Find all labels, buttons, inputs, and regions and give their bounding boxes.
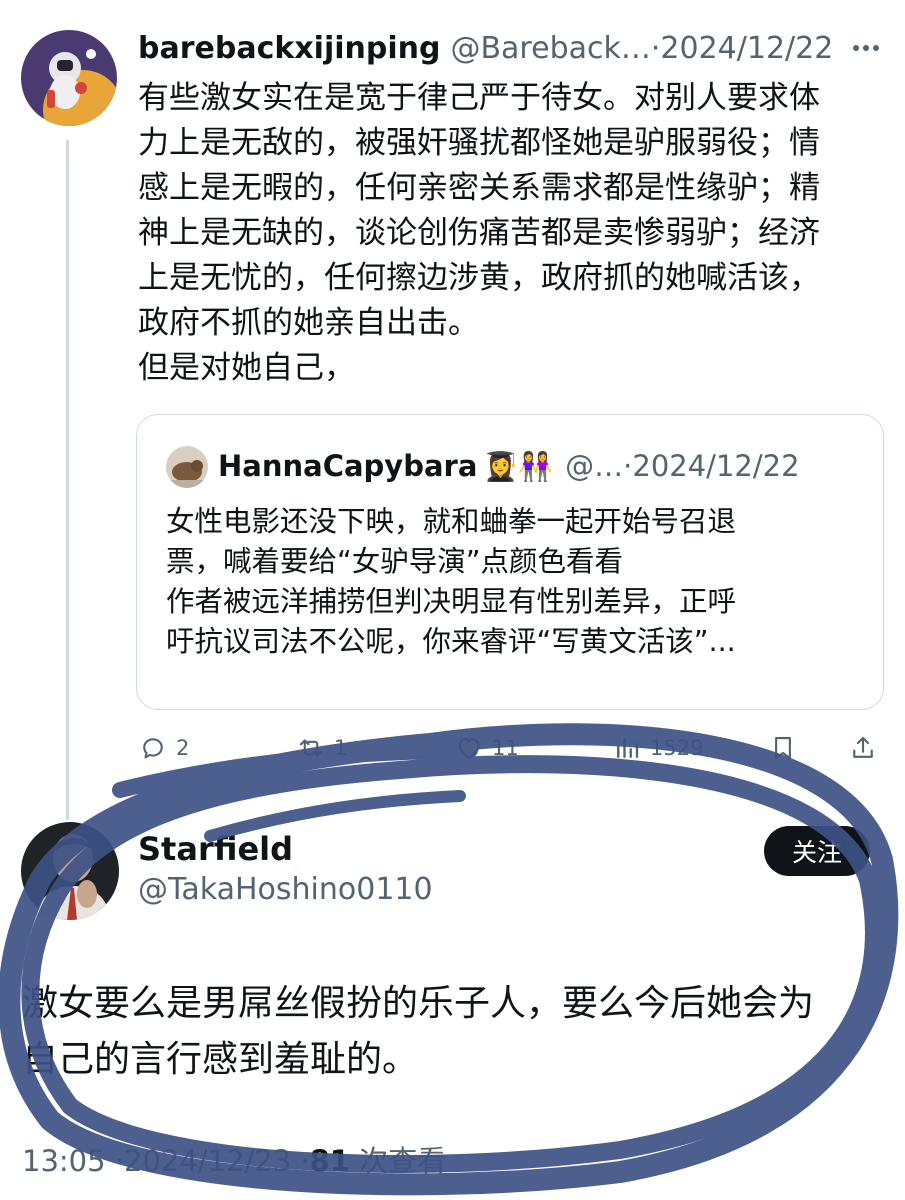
text-line: 吁抗议司法不公呢，你来睿评“写黄文活该”... — [166, 625, 736, 658]
text-line: 神上是无缺的，谈论创伤痛苦都是卖惨弱驴；经济 — [138, 215, 820, 251]
tweet-date[interactable]: 2024/12/22 — [660, 31, 833, 66]
bookmark-button[interactable] — [768, 730, 798, 766]
heart-icon — [458, 738, 480, 760]
name-emojis: 👩‍🎓👭 — [483, 449, 554, 483]
avatar[interactable] — [21, 30, 117, 126]
display-name[interactable]: Starfield — [138, 830, 293, 868]
quoted-tweet-header: HannaCapybara 👩‍🎓👭 @… · 2024/12/22 — [218, 444, 800, 488]
text-line: 感上是无暇的，任何亲密关系需求都是性缘驴；精 — [138, 170, 820, 206]
tweet-text: 有些激女实在是宽于律己严于待女。对别人要求体 力上是无敌的，被强奸骚扰都怪她是驴… — [138, 76, 886, 391]
thread-connector-line — [66, 140, 69, 820]
display-name[interactable]: barebackxijinping — [138, 31, 440, 66]
retweet-button[interactable]: 1 — [296, 730, 347, 766]
share-button[interactable] — [848, 730, 878, 766]
views-count: 81 — [309, 1144, 350, 1178]
avatar[interactable] — [21, 822, 119, 920]
user-handle[interactable]: @Bareback… — [450, 31, 650, 66]
text-line: 政府不抓的她亲自出击。 — [138, 305, 479, 341]
text-line: 作者被远洋捕捞但判决明显有性别差异，正呼 — [166, 585, 737, 618]
separator-dot: · — [623, 449, 633, 483]
separator-dot: · — [114, 1144, 125, 1178]
views-label: 次查看 — [359, 1144, 447, 1178]
retweet-icon — [299, 739, 323, 757]
views-button[interactable]: 1529 — [612, 730, 703, 766]
text-line: 激女要么是男屌丝假扮的乐子人，要么今后她会为 — [22, 983, 815, 1024]
quoted-date: 2024/12/22 — [632, 449, 800, 483]
quoted-display-name: HannaCapybara — [218, 449, 478, 483]
tweet-header: barebackxijinping @Bareback… · 2024/12/2… — [138, 26, 833, 70]
analytics-icon — [617, 738, 639, 758]
ellipsis-icon — [853, 45, 879, 51]
text-line: 票，喊着要给“女驴导演”点颜色看看 — [166, 545, 624, 578]
tweet-date[interactable]: 2024/12/23 — [124, 1144, 291, 1178]
quoted-avatar — [166, 446, 208, 488]
separator-dot: · — [300, 1144, 310, 1178]
quoted-handle: @… — [565, 449, 624, 483]
view-count: 1529 — [650, 736, 704, 760]
text-line: 但是对她自己， — [138, 350, 355, 386]
bookmark-icon — [775, 736, 791, 760]
reply-count: 2 — [176, 736, 190, 760]
tweet-time[interactable]: 13:05 — [22, 1144, 106, 1178]
text-line: 女性电影还没下映，就和蛐拳一起开始号召退 — [166, 505, 737, 538]
user-handle[interactable]: @TakaHoshino0110 — [138, 872, 433, 907]
reply-button[interactable]: 2 — [138, 730, 189, 766]
text-line: 力上是无敌的，被强奸骚扰都怪她是驴服弱役；情 — [138, 125, 820, 161]
tweet-text: 激女要么是男屌丝假扮的乐子人，要么今后她会为 自己的言行感到羞耻的。 — [22, 976, 892, 1088]
more-options-button[interactable] — [848, 33, 884, 63]
follow-button[interactable]: 关注 — [764, 826, 870, 876]
text-line: 有些激女实在是宽于律己严于待女。对别人要求体 — [138, 80, 820, 116]
separator-dot: · — [650, 30, 661, 66]
text-line: 自己的言行感到羞耻的。 — [22, 1039, 419, 1080]
like-count: 11 — [492, 736, 519, 760]
share-icon — [853, 736, 873, 758]
reply-icon — [143, 738, 163, 759]
like-button[interactable]: 11 — [454, 730, 519, 766]
quoted-tweet-text: 女性电影还没下映，就和蛐拳一起开始号召退 票，喊着要给“女驴导演”点颜色看看 作… — [166, 502, 856, 662]
tweet-meta: 13:05 ·2024/12/23 ·81 次查看 — [22, 1138, 446, 1180]
retweet-count: 1 — [334, 736, 348, 760]
text-line: 上是无忧的，任何擦边涉黄，政府抓的她喊活该， — [138, 260, 820, 296]
